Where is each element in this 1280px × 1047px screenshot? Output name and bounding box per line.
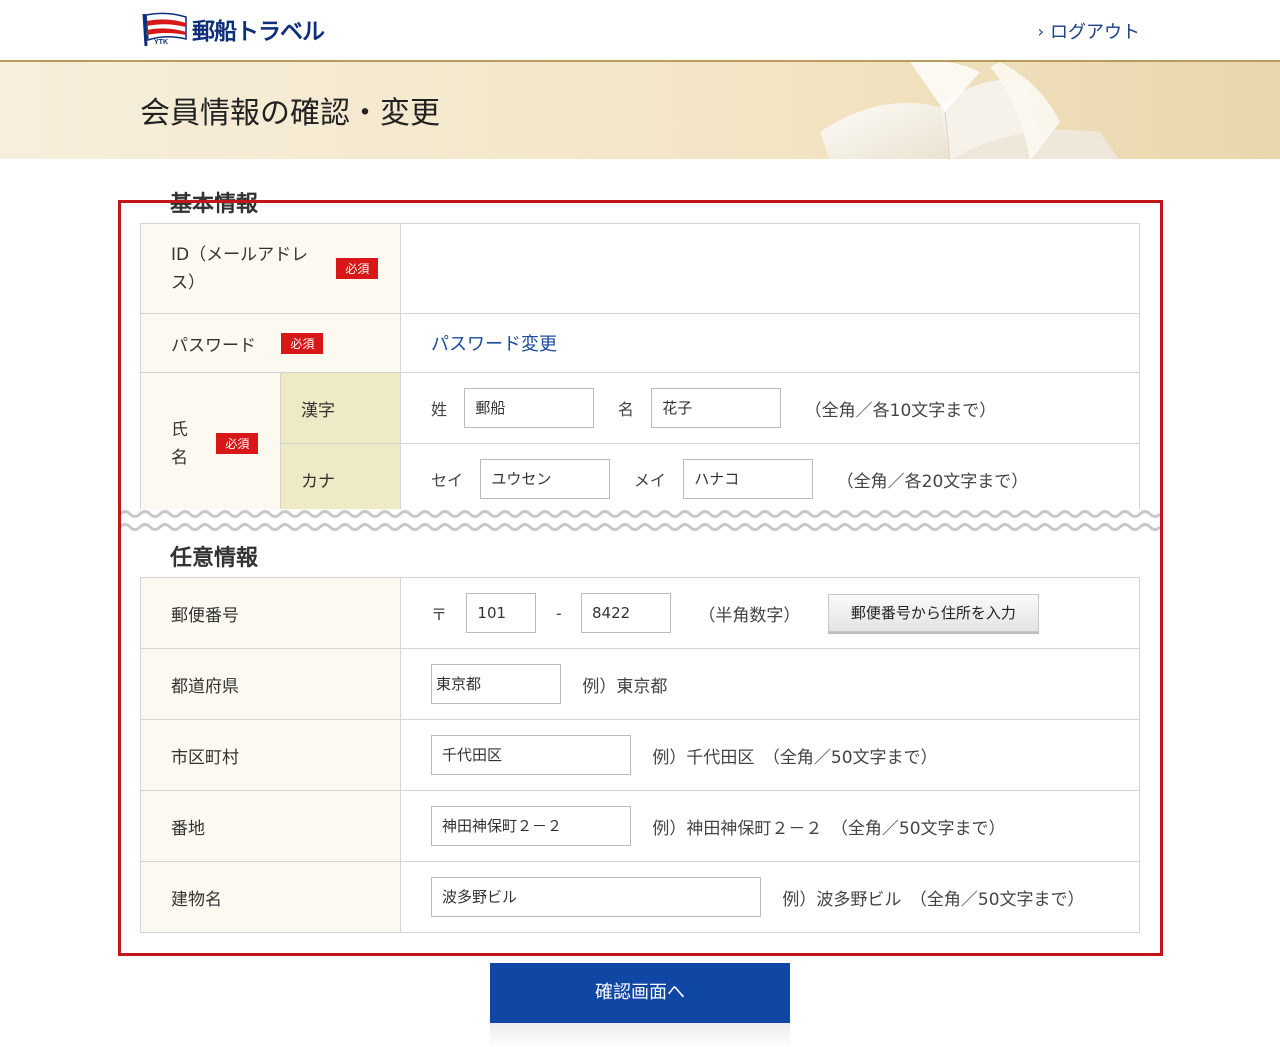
city-label: 市区町村 — [140, 719, 401, 791]
logo-text: 郵船トラベル — [192, 19, 325, 45]
building-example: 例）波多野ビル （全角／50文字まで） — [782, 889, 1085, 910]
address-example: 例）神田神保町２－２ （全角／50文字まで） — [652, 818, 1006, 839]
open-book-icon — [820, 62, 1119, 159]
pref-input[interactable]: 東京都 — [431, 664, 561, 704]
address-row: 番地 神田神保町２－２ 例）神田神保町２－２ （全角／50文字まで） — [140, 790, 1140, 862]
zip-separator: - — [555, 603, 562, 623]
zip-value-cell: 〒 101 - 8422 （半角数字） 郵便番号から住所を入力 — [400, 577, 1140, 649]
required-badge: 必須 — [216, 433, 259, 454]
page-title: 会員情報の確認・変更 — [140, 96, 440, 131]
zip-row: 郵便番号 〒 101 - 8422 （半角数字） 郵便番号から住所を入力 — [140, 577, 1140, 649]
required-badge: 必須 — [281, 332, 324, 354]
kanji-label: 漢字 — [280, 372, 401, 444]
pref-value-cell: 東京都 例）東京都 — [400, 648, 1140, 720]
zip1-input[interactable]: 101 — [466, 593, 537, 633]
flag-logo-icon: YTK — [142, 12, 187, 46]
button-shadow — [490, 1023, 790, 1047]
mei-input[interactable]: 花子 — [651, 388, 782, 428]
password-value-cell: パスワード変更 — [400, 313, 1140, 373]
name-label-cell: 氏名 必須 — [140, 372, 281, 515]
city-input[interactable]: 千代田区 — [431, 735, 631, 775]
id-value-cell — [400, 223, 1140, 314]
logout-label: ログアウト — [1050, 22, 1140, 43]
logo[interactable]: YTK 郵船トラベル — [140, 12, 325, 46]
building-value-cell: 波多野ビル 例）波多野ビル （全角／50文字まで） — [400, 861, 1140, 933]
svg-text:YTK: YTK — [154, 39, 168, 46]
kanji-note: （全角／各10文字まで） — [804, 400, 997, 421]
kana-sei-label: セイ — [431, 471, 464, 490]
kanji-value-cell: 姓 郵船 名 花子 （全角／各10文字まで） — [400, 372, 1140, 444]
optional-info-heading: 任意情報 — [170, 546, 259, 571]
id-label: ID（メールアドレス） — [171, 244, 309, 293]
city-example: 例）千代田区 （全角／50文字まで） — [652, 747, 938, 768]
password-row: パスワード 必須 パスワード変更 — [140, 313, 1140, 373]
required-badge: 必須 — [336, 258, 379, 279]
password-change-link[interactable]: パスワード変更 — [431, 334, 557, 355]
logout-link[interactable]: › ログアウト — [1038, 18, 1140, 44]
confirm-button[interactable]: 確認画面へ — [490, 963, 790, 1023]
zip-note: （半角数字） — [698, 605, 801, 626]
kana-mei-input[interactable]: ハナコ — [683, 459, 814, 499]
wave-divider — [120, 509, 1160, 535]
password-label-cell: パスワード 必須 — [140, 313, 401, 373]
kana-note: （全角／各20文字まで） — [836, 471, 1029, 492]
address-label: 番地 — [140, 790, 401, 862]
mei-label: 名 — [617, 400, 634, 419]
sei-label: 姓 — [431, 400, 448, 419]
building-row: 建物名 波多野ビル 例）波多野ビル （全角／50文字まで） — [140, 861, 1140, 933]
basic-info-table: ID（メールアドレス） 必須 パスワード 必須 パスワード変更 氏名 必須 漢字… — [140, 223, 1140, 515]
sei-input[interactable]: 郵船 — [464, 388, 595, 428]
chevron-right-icon: › — [1037, 21, 1044, 41]
name-kanji-row: 氏名 必須 漢字 姓 郵船 名 花子 （全角／各10文字まで） — [140, 372, 1140, 515]
password-label: パスワード — [171, 335, 256, 356]
building-label: 建物名 — [140, 861, 401, 933]
id-row: ID（メールアドレス） 必須 — [140, 223, 1140, 314]
city-value-cell: 千代田区 例）千代田区 （全角／50文字まで） — [400, 719, 1140, 791]
kana-mei-label: メイ — [633, 471, 666, 490]
basic-info-heading: 基本情報 — [170, 192, 259, 217]
pref-row: 都道府県 東京都 例）東京都 — [140, 648, 1140, 720]
pref-example: 例）東京都 — [582, 676, 668, 697]
address-value-cell: 神田神保町２－２ 例）神田神保町２－２ （全角／50文字まで） — [400, 790, 1140, 862]
id-label-cell: ID（メールアドレス） 必須 — [140, 223, 401, 314]
building-input[interactable]: 波多野ビル — [431, 877, 761, 917]
zip2-input[interactable]: 8422 — [581, 593, 672, 633]
pref-label: 都道府県 — [140, 648, 401, 720]
kana-sei-input[interactable]: ユウセン — [480, 459, 611, 499]
page-banner: 会員情報の確認・変更 — [0, 60, 1280, 159]
address-input[interactable]: 神田神保町２－２ — [431, 806, 631, 846]
zip-lookup-button[interactable]: 郵便番号から住所を入力 — [827, 594, 1039, 632]
city-row: 市区町村 千代田区 例）千代田区 （全角／50文字まで） — [140, 719, 1140, 791]
name-label: 氏名 — [171, 419, 188, 468]
optional-info-table: 郵便番号 〒 101 - 8422 （半角数字） 郵便番号から住所を入力 都道府… — [140, 577, 1140, 933]
zip-mark: 〒 — [431, 605, 448, 624]
zip-label: 郵便番号 — [140, 577, 401, 649]
site-header: YTK 郵船トラベル › ログアウト — [0, 0, 1280, 60]
